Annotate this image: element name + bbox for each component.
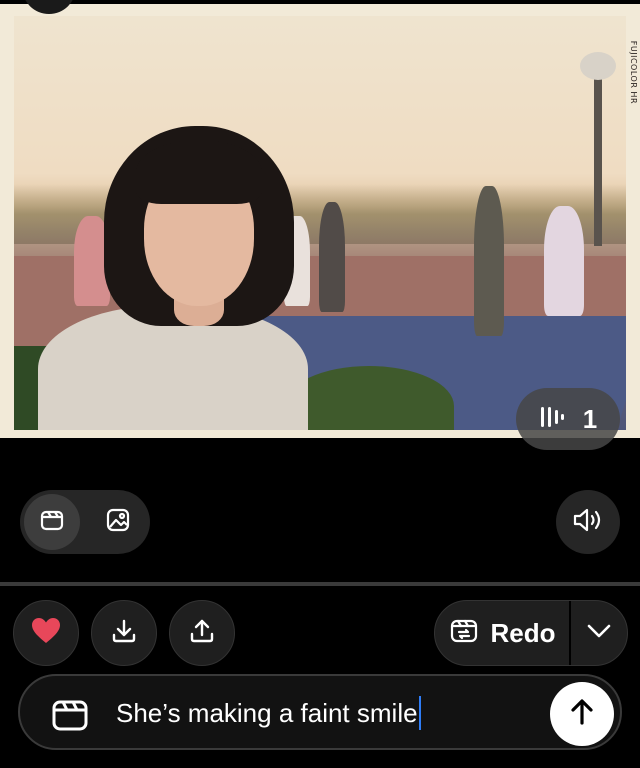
share-icon <box>188 617 216 650</box>
image-mode-button[interactable] <box>90 494 146 550</box>
film-label: FUJICOLOR HR <box>629 40 638 104</box>
share-button[interactable] <box>169 600 235 666</box>
prompt-input-bar[interactable]: She’s making a faint smile <box>18 674 622 750</box>
prompt-input[interactable]: She’s making a faint smile <box>116 696 421 730</box>
redo-button[interactable]: Redo <box>435 601 569 665</box>
download-button[interactable] <box>91 600 157 666</box>
clapperboard-icon <box>38 506 66 539</box>
photo-scene <box>14 16 626 430</box>
sound-button[interactable] <box>556 490 620 554</box>
image-icon <box>104 506 132 539</box>
redo-group: Redo <box>434 600 628 666</box>
mode-toggle <box>20 490 150 554</box>
video-mode-button[interactable] <box>24 494 80 550</box>
variation-counter-pill[interactable]: 1 <box>516 388 620 450</box>
redo-label: Redo <box>490 617 556 648</box>
voice-bars-icon <box>539 404 565 435</box>
arrow-up-icon <box>567 697 597 732</box>
speaker-icon <box>571 506 605 539</box>
download-icon <box>110 617 138 650</box>
regenerate-icon <box>449 616 479 651</box>
section-divider <box>0 582 640 586</box>
clapperboard-icon <box>48 692 92 736</box>
generated-photo: FUJICOLOR HR <box>0 0 640 440</box>
redo-options-button[interactable] <box>571 601 627 665</box>
variation-count: 1 <box>582 403 598 434</box>
text-caret <box>418 696 421 730</box>
photo-print-border: FUJICOLOR HR <box>0 4 640 438</box>
prompt-text: She’s making a faint smile <box>116 698 418 728</box>
send-button[interactable] <box>550 682 614 746</box>
chevron-down-icon <box>585 622 613 645</box>
like-button[interactable] <box>13 600 79 666</box>
heart-icon <box>30 616 62 651</box>
